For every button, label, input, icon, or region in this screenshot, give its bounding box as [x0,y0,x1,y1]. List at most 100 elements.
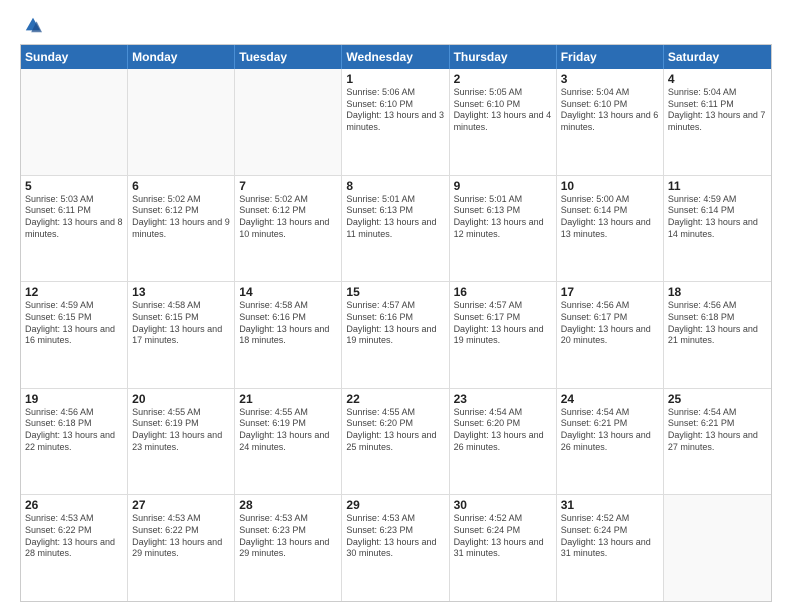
logo [20,16,42,34]
calendar-cell [664,495,771,601]
calendar-cell: 18Sunrise: 4:56 AM Sunset: 6:18 PM Dayli… [664,282,771,388]
day-number: 15 [346,285,444,299]
calendar-cell: 29Sunrise: 4:53 AM Sunset: 6:23 PM Dayli… [342,495,449,601]
calendar-cell: 25Sunrise: 4:54 AM Sunset: 6:21 PM Dayli… [664,389,771,495]
day-number: 24 [561,392,659,406]
calendar-cell [21,69,128,175]
day-info: Sunrise: 4:56 AM Sunset: 6:18 PM Dayligh… [668,300,767,347]
logo-icon [24,16,42,34]
day-info: Sunrise: 5:04 AM Sunset: 6:11 PM Dayligh… [668,87,767,134]
header-cell-wednesday: Wednesday [342,45,449,69]
calendar-cell: 20Sunrise: 4:55 AM Sunset: 6:19 PM Dayli… [128,389,235,495]
calendar-cell: 23Sunrise: 4:54 AM Sunset: 6:20 PM Dayli… [450,389,557,495]
day-number: 26 [25,498,123,512]
day-info: Sunrise: 5:04 AM Sunset: 6:10 PM Dayligh… [561,87,659,134]
calendar-cell: 19Sunrise: 4:56 AM Sunset: 6:18 PM Dayli… [21,389,128,495]
calendar-cell: 24Sunrise: 4:54 AM Sunset: 6:21 PM Dayli… [557,389,664,495]
calendar-row-4: 19Sunrise: 4:56 AM Sunset: 6:18 PM Dayli… [21,388,771,495]
calendar-cell [235,69,342,175]
day-info: Sunrise: 4:59 AM Sunset: 6:14 PM Dayligh… [668,194,767,241]
calendar-cell: 16Sunrise: 4:57 AM Sunset: 6:17 PM Dayli… [450,282,557,388]
day-info: Sunrise: 4:59 AM Sunset: 6:15 PM Dayligh… [25,300,123,347]
day-number: 28 [239,498,337,512]
calendar: SundayMondayTuesdayWednesdayThursdayFrid… [20,44,772,602]
calendar-cell: 27Sunrise: 4:53 AM Sunset: 6:22 PM Dayli… [128,495,235,601]
day-info: Sunrise: 4:56 AM Sunset: 6:17 PM Dayligh… [561,300,659,347]
day-info: Sunrise: 4:52 AM Sunset: 6:24 PM Dayligh… [561,513,659,560]
day-info: Sunrise: 4:58 AM Sunset: 6:15 PM Dayligh… [132,300,230,347]
day-number: 27 [132,498,230,512]
day-info: Sunrise: 4:53 AM Sunset: 6:22 PM Dayligh… [132,513,230,560]
header-cell-friday: Friday [557,45,664,69]
day-info: Sunrise: 4:57 AM Sunset: 6:17 PM Dayligh… [454,300,552,347]
day-number: 17 [561,285,659,299]
calendar-row-2: 5Sunrise: 5:03 AM Sunset: 6:11 PM Daylig… [21,175,771,282]
day-number: 31 [561,498,659,512]
day-number: 12 [25,285,123,299]
page: SundayMondayTuesdayWednesdayThursdayFrid… [0,0,792,612]
calendar-row-5: 26Sunrise: 4:53 AM Sunset: 6:22 PM Dayli… [21,494,771,601]
day-info: Sunrise: 5:02 AM Sunset: 6:12 PM Dayligh… [239,194,337,241]
day-info: Sunrise: 5:01 AM Sunset: 6:13 PM Dayligh… [346,194,444,241]
day-number: 3 [561,72,659,86]
day-info: Sunrise: 4:57 AM Sunset: 6:16 PM Dayligh… [346,300,444,347]
day-number: 2 [454,72,552,86]
header-cell-tuesday: Tuesday [235,45,342,69]
day-number: 25 [668,392,767,406]
calendar-cell: 21Sunrise: 4:55 AM Sunset: 6:19 PM Dayli… [235,389,342,495]
day-number: 14 [239,285,337,299]
day-number: 18 [668,285,767,299]
day-info: Sunrise: 4:54 AM Sunset: 6:20 PM Dayligh… [454,407,552,454]
day-number: 23 [454,392,552,406]
day-info: Sunrise: 5:06 AM Sunset: 6:10 PM Dayligh… [346,87,444,134]
day-number: 30 [454,498,552,512]
day-info: Sunrise: 4:54 AM Sunset: 6:21 PM Dayligh… [668,407,767,454]
day-info: Sunrise: 4:56 AM Sunset: 6:18 PM Dayligh… [25,407,123,454]
day-info: Sunrise: 5:03 AM Sunset: 6:11 PM Dayligh… [25,194,123,241]
day-number: 19 [25,392,123,406]
day-number: 1 [346,72,444,86]
calendar-cell: 13Sunrise: 4:58 AM Sunset: 6:15 PM Dayli… [128,282,235,388]
header-cell-thursday: Thursday [450,45,557,69]
day-number: 13 [132,285,230,299]
calendar-cell: 28Sunrise: 4:53 AM Sunset: 6:23 PM Dayli… [235,495,342,601]
calendar-cell [128,69,235,175]
day-number: 7 [239,179,337,193]
day-number: 20 [132,392,230,406]
calendar-cell: 4Sunrise: 5:04 AM Sunset: 6:11 PM Daylig… [664,69,771,175]
calendar-cell: 7Sunrise: 5:02 AM Sunset: 6:12 PM Daylig… [235,176,342,282]
day-info: Sunrise: 4:53 AM Sunset: 6:23 PM Dayligh… [346,513,444,560]
day-info: Sunrise: 4:53 AM Sunset: 6:23 PM Dayligh… [239,513,337,560]
calendar-cell: 11Sunrise: 4:59 AM Sunset: 6:14 PM Dayli… [664,176,771,282]
header-cell-sunday: Sunday [21,45,128,69]
calendar-cell: 31Sunrise: 4:52 AM Sunset: 6:24 PM Dayli… [557,495,664,601]
day-info: Sunrise: 4:55 AM Sunset: 6:20 PM Dayligh… [346,407,444,454]
calendar-row-3: 12Sunrise: 4:59 AM Sunset: 6:15 PM Dayli… [21,281,771,388]
day-number: 10 [561,179,659,193]
day-info: Sunrise: 5:01 AM Sunset: 6:13 PM Dayligh… [454,194,552,241]
calendar-cell: 6Sunrise: 5:02 AM Sunset: 6:12 PM Daylig… [128,176,235,282]
header-cell-saturday: Saturday [664,45,771,69]
day-info: Sunrise: 4:52 AM Sunset: 6:24 PM Dayligh… [454,513,552,560]
calendar-cell: 5Sunrise: 5:03 AM Sunset: 6:11 PM Daylig… [21,176,128,282]
calendar-cell: 9Sunrise: 5:01 AM Sunset: 6:13 PM Daylig… [450,176,557,282]
day-info: Sunrise: 4:54 AM Sunset: 6:21 PM Dayligh… [561,407,659,454]
day-info: Sunrise: 4:53 AM Sunset: 6:22 PM Dayligh… [25,513,123,560]
calendar-cell: 2Sunrise: 5:05 AM Sunset: 6:10 PM Daylig… [450,69,557,175]
day-info: Sunrise: 5:05 AM Sunset: 6:10 PM Dayligh… [454,87,552,134]
calendar-cell: 12Sunrise: 4:59 AM Sunset: 6:15 PM Dayli… [21,282,128,388]
day-info: Sunrise: 4:55 AM Sunset: 6:19 PM Dayligh… [239,407,337,454]
day-info: Sunrise: 4:55 AM Sunset: 6:19 PM Dayligh… [132,407,230,454]
calendar-cell: 14Sunrise: 4:58 AM Sunset: 6:16 PM Dayli… [235,282,342,388]
day-info: Sunrise: 5:00 AM Sunset: 6:14 PM Dayligh… [561,194,659,241]
calendar-cell: 22Sunrise: 4:55 AM Sunset: 6:20 PM Dayli… [342,389,449,495]
calendar-cell: 10Sunrise: 5:00 AM Sunset: 6:14 PM Dayli… [557,176,664,282]
calendar-cell: 3Sunrise: 5:04 AM Sunset: 6:10 PM Daylig… [557,69,664,175]
day-info: Sunrise: 5:02 AM Sunset: 6:12 PM Dayligh… [132,194,230,241]
day-number: 11 [668,179,767,193]
day-number: 21 [239,392,337,406]
calendar-row-1: 1Sunrise: 5:06 AM Sunset: 6:10 PM Daylig… [21,69,771,175]
calendar-cell: 30Sunrise: 4:52 AM Sunset: 6:24 PM Dayli… [450,495,557,601]
day-number: 4 [668,72,767,86]
day-info: Sunrise: 4:58 AM Sunset: 6:16 PM Dayligh… [239,300,337,347]
